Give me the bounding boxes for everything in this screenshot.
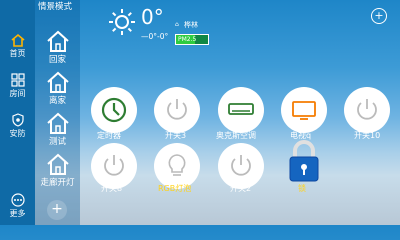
temperature: 0°	[141, 5, 164, 29]
temperature-range: —0°-0°	[141, 32, 169, 41]
device-label: 开关8	[101, 184, 123, 193]
clock-icon	[101, 97, 127, 123]
shield-icon	[11, 113, 24, 127]
power-icon	[357, 99, 377, 120]
device-label: 锁	[298, 184, 306, 193]
scene-label: 走廊开灯	[40, 178, 75, 188]
tv-icon	[292, 101, 316, 120]
nav-item-label: 安防	[9, 129, 26, 138]
scene-item-corridor-light[interactable]: 走廊开灯	[35, 152, 80, 188]
nav-item-rooms[interactable]: 房间	[0, 73, 35, 99]
device-label: 开关2	[230, 184, 252, 193]
nav-item-home[interactable]: 首页	[0, 33, 35, 59]
device-switch-10[interactable]	[344, 87, 390, 133]
add-scene-button[interactable]: +	[47, 200, 67, 220]
air-conditioner-icon	[228, 103, 254, 115]
location-home-icon: ⌂	[175, 21, 179, 28]
scene-item-test[interactable]: 测试	[35, 111, 80, 147]
scene-label: 离家	[48, 96, 66, 106]
device-label: 开关3	[165, 131, 187, 140]
scene-label: 测试	[48, 137, 66, 147]
nav-item-security[interactable]: 安防	[0, 113, 35, 139]
left-nav: 首页 房间 安防 更多	[0, 0, 35, 225]
device-label: 开关10	[354, 131, 381, 140]
nav-item-more[interactable]: 更多	[0, 193, 35, 219]
scene-item-away[interactable]: 离家	[35, 70, 80, 106]
more-icon	[10, 193, 25, 207]
device-label: RGB灯泡	[158, 184, 192, 193]
nav-item-label: 更多	[9, 209, 26, 218]
device-air-conditioner[interactable]	[218, 87, 264, 133]
device-label: 定时器	[97, 131, 121, 140]
house-icon	[46, 71, 69, 93]
scene-panel-title: 情景模式	[38, 2, 73, 12]
nav-item-label: 首页	[9, 49, 26, 58]
rooms-grid-icon	[10, 73, 25, 87]
scene-panel: 情景模式 回家 离家 测试 走廊开灯 +	[35, 0, 80, 225]
house-icon	[46, 153, 69, 175]
scene-label: 回家	[48, 55, 66, 65]
lock-icon	[289, 140, 319, 182]
home-icon	[10, 33, 25, 47]
device-lock[interactable]	[281, 138, 327, 184]
house-icon	[46, 30, 69, 52]
air-quality-label: PM2.5	[178, 36, 197, 43]
device-timer[interactable]	[91, 87, 137, 133]
add-device-button[interactable]: +	[371, 8, 387, 24]
device-label: 奥克斯空调	[216, 131, 256, 140]
nav-item-label: 房间	[9, 89, 26, 98]
scene-item-home[interactable]: 回家	[35, 29, 80, 65]
sun-icon	[109, 9, 135, 35]
house-icon	[46, 112, 69, 134]
power-icon	[167, 99, 187, 120]
device-switch-3[interactable]	[154, 87, 200, 133]
device-tv[interactable]	[281, 87, 327, 133]
air-quality-bar: PM2.5	[175, 34, 209, 45]
location-name: 桦林	[184, 21, 198, 29]
